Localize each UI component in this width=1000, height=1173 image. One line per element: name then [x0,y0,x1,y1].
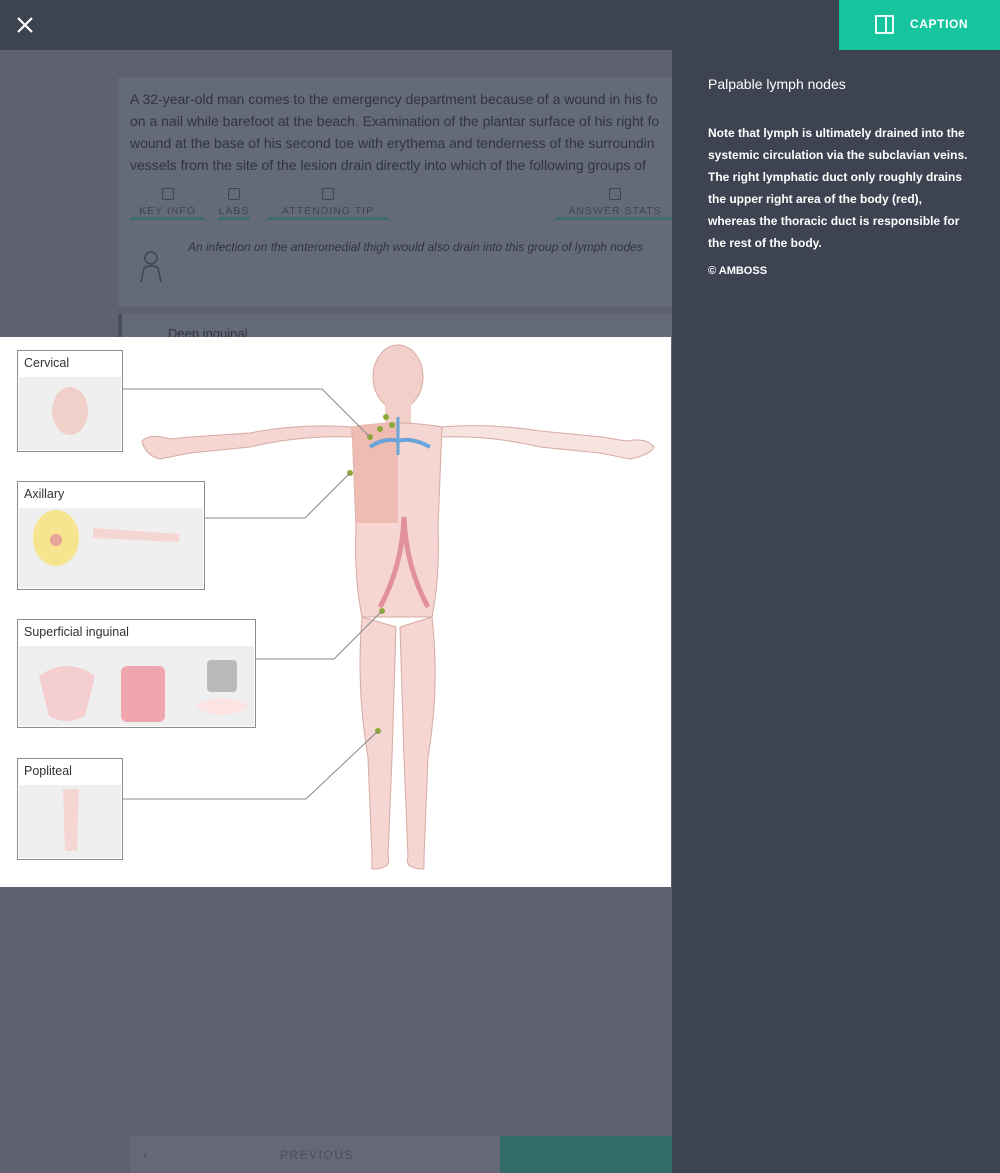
tab-label: ANSWER STATS [568,205,662,217]
inguinal-thumbnail [19,646,254,726]
top-bar: CAPTION [0,0,1000,50]
question-line: A 32-year-old man comes to the emergency… [130,91,658,107]
body-figure [141,344,655,870]
axilla-thumbnail [19,508,203,588]
attending-tip-text: An infection on the anteromedial thigh w… [188,240,643,254]
caption-button-label: CAPTION [910,17,969,31]
caption-panel: Palpable lymph nodes Note that lymph is … [672,50,1000,1173]
next-button[interactable] [500,1136,672,1173]
question-stem: A 32-year-old man comes to the emergency… [130,88,672,176]
head [372,344,424,410]
pencil-icon [161,188,174,200]
cervical-node [383,414,389,420]
tab-label: ATTENDING TIP [282,205,374,217]
cervical-node [377,426,383,432]
caption-title: Palpable lymph nodes [708,76,846,92]
callout-label: Popliteal [24,764,72,778]
right-arm [141,425,353,460]
tab-label: KEY INFO [139,205,196,217]
image-viewer: Cervical Axillary Superficial inguinal P… [0,337,671,887]
head-thumbnail [19,377,121,450]
callout-label: Cervical [24,356,70,370]
callout-superficial-inguinal: Superficial inguinal [17,619,256,728]
question-line: vessels from the site of the lesion drai… [130,157,646,173]
sidebar-panel-icon [875,15,894,34]
callout-popliteal: Popliteal [17,758,123,860]
tab-answer-stats[interactable]: ANSWER STATS [555,186,672,220]
question-tabs: KEY INFO LABS ATTENDING TIP ANSWER STATS [130,186,672,220]
attending-avatar-icon [140,251,162,283]
tab-key-info[interactable]: KEY INFO [130,186,205,220]
flask-icon [228,188,240,200]
leg-thumbnail [19,785,121,858]
caption-body: Note that lymph is ultimately drained in… [708,126,968,250]
cervical-node [389,422,395,428]
axillary-leader [205,472,351,519]
close-icon[interactable] [12,12,38,38]
chevron-left-icon: ‹ [143,1146,148,1162]
close-button[interactable] [12,12,38,38]
callout-label: Superficial inguinal [24,625,129,639]
callout-axillary: Axillary [17,481,205,590]
tab-labs[interactable]: LABS [218,186,250,220]
tab-label: LABS [218,205,250,217]
left-leg [399,616,436,870]
stats-icon [609,188,621,200]
caption-toggle-button[interactable]: CAPTION [839,0,1000,50]
left-arm [439,425,655,460]
tab-attending-tip[interactable]: ATTENDING TIP [267,186,389,220]
question-line: on a nail while barefoot at the beach. E… [130,113,660,129]
question-line: wound at the base of his second toe with… [130,135,655,151]
popliteal-leader [123,730,379,800]
callout-cervical: Cervical [17,350,123,452]
previous-button-label: PREVIOUS [280,1148,355,1162]
doctor-icon [322,188,334,200]
caption-copyright: © AMBOSS [708,265,768,277]
callout-label: Axillary [24,487,65,501]
